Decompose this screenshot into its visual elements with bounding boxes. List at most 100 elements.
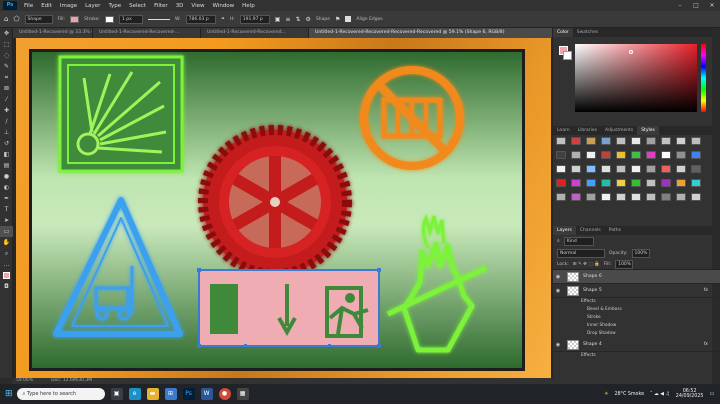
history-brush-icon[interactable]: ↺ (0, 138, 13, 149)
style-swatch[interactable] (571, 165, 581, 173)
color-picker-handle[interactable] (629, 50, 633, 54)
tab-color[interactable]: Color (553, 28, 573, 37)
quick-mask-icon[interactable]: ◘ (0, 281, 13, 292)
shape-tool-icon[interactable]: ▭ (0, 226, 13, 237)
style-swatch[interactable] (601, 179, 611, 187)
minimize-icon[interactable]: – (672, 2, 688, 9)
style-swatch[interactable] (646, 193, 656, 201)
style-swatch[interactable] (586, 165, 596, 173)
foreground-color-swatch[interactable] (0, 270, 13, 281)
layer-row[interactable]: ◉ Shape 5 fx (553, 284, 720, 298)
style-swatch[interactable] (601, 165, 611, 173)
style-swatch[interactable] (571, 193, 581, 201)
stroke-width-field[interactable]: 1 px (118, 14, 143, 24)
tab-channels[interactable]: Channels (576, 226, 605, 235)
hand-tool-icon[interactable]: ✋ (0, 237, 13, 248)
shape-picker-icon[interactable]: ⚑ (335, 16, 340, 23)
style-swatch[interactable] (676, 165, 686, 173)
background-swatch[interactable] (563, 51, 572, 60)
style-swatch[interactable] (676, 179, 686, 187)
menu-image[interactable]: Image (56, 3, 81, 9)
gradient-tool-icon[interactable]: ▤ (0, 160, 13, 171)
style-swatch[interactable] (661, 193, 671, 201)
stroke-swatch[interactable] (104, 15, 114, 23)
style-swatch[interactable] (631, 179, 641, 187)
frame-tool-icon[interactable]: ⊠ (0, 83, 13, 94)
opacity-field[interactable]: 100% (631, 248, 650, 258)
eye-icon[interactable]: ◉ (553, 342, 563, 348)
edge-icon[interactable]: e (128, 388, 141, 400)
path-align-icon[interactable]: ≡ (285, 16, 290, 23)
effect-item[interactable]: Drop Shadow (553, 330, 720, 338)
menu-select[interactable]: Select (125, 3, 150, 9)
style-swatch[interactable] (631, 137, 641, 145)
style-swatch[interactable] (571, 137, 581, 145)
style-swatch[interactable] (676, 137, 686, 145)
effect-item[interactable]: Bevel & Emboss (553, 306, 720, 314)
style-swatch[interactable] (631, 165, 641, 173)
doc-tab[interactable]: Untitled-1-Recovered-Recovered-... (93, 28, 201, 38)
menu-help[interactable]: Help (238, 3, 259, 9)
tab-learn[interactable]: Learn (553, 126, 574, 135)
style-swatch[interactable] (556, 165, 566, 173)
stroke-type-select[interactable] (147, 18, 170, 20)
style-swatch[interactable] (691, 151, 701, 159)
style-swatch[interactable] (646, 165, 656, 173)
style-swatch[interactable] (601, 137, 611, 145)
link-icon[interactable]: ⚭ (221, 16, 225, 22)
crop-tool-icon[interactable]: ⌗ (0, 72, 13, 83)
stamp-tool-icon[interactable]: ⊥ (0, 127, 13, 138)
tool-mode-select[interactable]: Shape (24, 14, 53, 24)
word-icon[interactable]: W (200, 388, 213, 400)
windows-start-icon[interactable]: ⊞ (5, 389, 13, 399)
doc-tab-active[interactable]: Untitled-1-Recovered-Recovered-Recovered… (309, 28, 553, 38)
chrome-icon[interactable]: ● (218, 388, 231, 400)
task-view-icon[interactable]: ▣ (110, 388, 123, 400)
style-swatch[interactable] (631, 193, 641, 201)
canvas-area[interactable] (13, 38, 553, 378)
layer-filter-select[interactable]: Kind (563, 236, 594, 246)
style-swatch[interactable] (586, 193, 596, 201)
menu-view[interactable]: View (187, 3, 208, 9)
quick-select-tool-icon[interactable]: ✎ (0, 61, 13, 72)
menu-edit[interactable]: Edit (37, 3, 56, 9)
menu-layer[interactable]: Layer (81, 3, 104, 9)
zoom-tool-icon[interactable]: ⌕ (0, 248, 13, 259)
blend-mode-select[interactable]: Normal (557, 248, 605, 258)
style-swatch[interactable] (691, 179, 701, 187)
style-swatch[interactable] (631, 151, 641, 159)
effect-item[interactable]: Inner Shadow (553, 322, 720, 330)
style-swatch[interactable] (601, 193, 611, 201)
style-swatch[interactable] (586, 137, 596, 145)
style-swatch[interactable] (691, 193, 701, 201)
doc-tab[interactable]: Untitled-1-Recovered @ 33.3% (... (13, 28, 93, 38)
height-field[interactable]: 191.97 p (239, 14, 270, 24)
style-swatch[interactable] (616, 165, 626, 173)
maximize-icon[interactable]: □ (688, 2, 704, 9)
clock-date[interactable]: 24/09/2025 (676, 394, 704, 399)
style-swatch[interactable] (661, 151, 671, 159)
store-icon[interactable]: ⊞ (164, 388, 177, 400)
style-swatch[interactable] (676, 193, 686, 201)
fill-swatch[interactable] (70, 15, 80, 23)
style-swatch[interactable] (676, 151, 686, 159)
style-swatch[interactable] (616, 151, 626, 159)
style-swatch[interactable] (691, 137, 701, 145)
brush-tool-icon[interactable]: ∕ (0, 116, 13, 127)
hue-slider[interactable] (701, 44, 706, 112)
explorer-icon[interactable]: ▬ (146, 388, 159, 400)
style-swatch[interactable] (556, 137, 566, 145)
move-tool-icon[interactable]: ✥ (0, 28, 13, 39)
tab-layers[interactable]: Layers (553, 226, 576, 235)
tab-paths[interactable]: Paths (605, 226, 625, 235)
gear-icon[interactable]: ⚙ (305, 16, 310, 23)
tab-adjustments[interactable]: Adjustments (601, 126, 637, 135)
menu-type[interactable]: Type (104, 3, 125, 9)
tray-icons[interactable]: ˄ ☁ ◀ ♫ (650, 392, 670, 397)
style-swatch[interactable] (571, 179, 581, 187)
style-swatch[interactable] (556, 179, 566, 187)
app-icon[interactable]: ▦ (236, 388, 249, 400)
more-tools-icon[interactable]: … (0, 259, 13, 270)
style-swatch[interactable] (616, 179, 626, 187)
style-swatch[interactable] (586, 179, 596, 187)
